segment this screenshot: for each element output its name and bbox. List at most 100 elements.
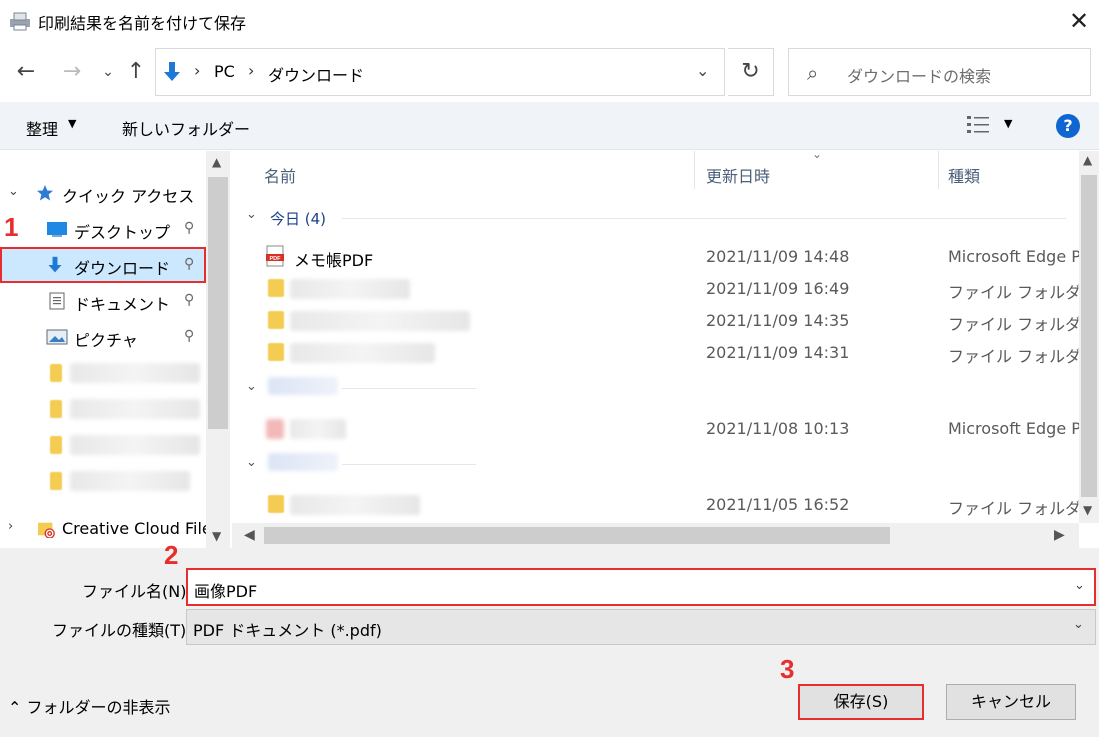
view-options-icon[interactable] xyxy=(966,114,990,136)
breadcrumb-downloads[interactable]: ダウンロード xyxy=(268,62,364,86)
redacted-group-header[interactable] xyxy=(268,377,338,395)
forward-button[interactable]: → xyxy=(58,58,86,86)
column-header-type[interactable]: 種類 xyxy=(948,163,980,203)
navigation-bar: ← → ⌄ ↑ › PC › ダウンロード ⌄ ↻ ⌕ ダウンロードの検索 xyxy=(0,42,1099,102)
pin-icon[interactable]: ⚲ xyxy=(184,328,194,344)
step-annotation-2: 2 xyxy=(164,540,179,570)
creative-cloud-folder-icon xyxy=(38,522,55,538)
pin-icon[interactable]: ⚲ xyxy=(184,292,194,308)
sidebar-item-downloads[interactable]: ダウンロード ⚲ xyxy=(0,247,206,283)
redacted-folder[interactable] xyxy=(70,435,200,455)
chevron-down-icon[interactable]: ⌄ xyxy=(696,61,709,80)
svg-text:PDF: PDF xyxy=(270,256,282,262)
new-folder-button[interactable]: 新しいフォルダー xyxy=(122,116,250,140)
chevron-down-icon[interactable]: ⌄ xyxy=(8,184,19,199)
sidebar-item-label: デスクトップ xyxy=(74,223,171,242)
chevron-down-icon[interactable]: ⌄ xyxy=(246,379,257,394)
step-annotation-3: 3 xyxy=(780,654,795,684)
redacted-folder[interactable] xyxy=(70,399,200,419)
pin-icon[interactable]: ⚲ xyxy=(184,220,194,236)
file-list-vertical-scrollbar[interactable]: ▲ ▼ xyxy=(1079,151,1099,523)
help-button[interactable]: ? xyxy=(1056,114,1080,138)
chevron-down-icon[interactable]: ⌄ xyxy=(1074,578,1085,593)
breadcrumb-pc[interactable]: PC xyxy=(214,62,235,81)
address-bar[interactable]: › PC › ダウンロード ⌄ xyxy=(155,48,725,96)
breadcrumb-separator: › xyxy=(194,61,201,80)
chevron-down-icon[interactable]: ⌄ xyxy=(246,207,257,222)
list-item[interactable]: 2021/11/08 10:13 Microsoft Edge P xyxy=(232,413,1081,445)
chevron-down-icon[interactable]: ⌄ xyxy=(246,455,257,470)
save-button[interactable]: 保存(S) xyxy=(798,684,924,720)
scroll-right-icon[interactable]: ▶ xyxy=(1054,527,1065,543)
chevron-right-icon[interactable]: › xyxy=(8,519,13,534)
pin-icon[interactable]: ⚲ xyxy=(184,256,194,272)
printer-icon xyxy=(10,12,30,31)
desktop-icon xyxy=(47,222,67,237)
up-button[interactable]: ↑ xyxy=(122,58,150,86)
file-type: ファイル フォルダー xyxy=(948,347,1098,366)
step-annotation-1: 1 xyxy=(4,212,19,242)
column-divider[interactable] xyxy=(694,151,695,189)
list-item[interactable]: 2021/11/09 16:49 ファイル フォルダー xyxy=(232,273,1097,305)
sidebar-item-label: ダウンロード xyxy=(74,259,171,278)
star-icon xyxy=(37,185,53,201)
folder-icon xyxy=(50,400,62,418)
list-item[interactable]: 2021/11/05 16:52 ファイル フォルダー xyxy=(232,489,1097,521)
column-header-date[interactable]: 更新日時 xyxy=(706,163,770,203)
redacted-group-header[interactable] xyxy=(268,453,338,471)
sidebar-item-documents[interactable]: ドキュメント ⚲ xyxy=(0,283,206,319)
redacted-folder[interactable] xyxy=(70,363,200,383)
filetype-select[interactable]: PDF ドキュメント (*.pdf) ⌄ xyxy=(186,609,1096,645)
back-button[interactable]: ← xyxy=(12,58,40,86)
column-divider[interactable] xyxy=(938,151,939,189)
scroll-left-icon[interactable]: ◀ xyxy=(244,527,255,543)
sidebar-item-quick-access[interactable]: ⌄ クイック アクセス xyxy=(0,175,206,211)
group-header-today[interactable]: 今日 (4) xyxy=(270,208,326,229)
filename-value[interactable]: 画像PDF xyxy=(194,578,257,602)
chevron-down-icon[interactable]: ⌄ xyxy=(1073,617,1084,632)
navigation-pane: ⌄ クイック アクセス デスクトップ ⚲ ダウンロード ⚲ ドキュメント ⚲ ピ… xyxy=(0,151,230,548)
refresh-button[interactable]: ↻ xyxy=(728,48,774,96)
title-bar: 印刷結果を名前を付けて保存 ✕ xyxy=(0,0,1099,42)
sidebar-item-pictures[interactable]: ピクチャ ⚲ xyxy=(0,319,206,355)
close-button[interactable]: ✕ xyxy=(1064,6,1094,36)
redacted-folder[interactable] xyxy=(70,471,190,491)
scroll-down-icon[interactable]: ▼ xyxy=(212,529,221,543)
filetype-value: PDF ドキュメント (*.pdf) xyxy=(193,621,382,640)
file-list-pane: ⌄ 名前 更新日時 種類 ⌄ 今日 (4) PDF メモ帳PDF 2021/11… xyxy=(232,147,1099,548)
hide-folders-toggle[interactable]: ⌃ フォルダーの非表示 xyxy=(8,694,171,718)
column-header-name[interactable]: 名前 xyxy=(264,163,296,203)
caret-down-icon[interactable]: ▼ xyxy=(68,117,76,130)
scroll-up-icon[interactable]: ▲ xyxy=(212,155,221,169)
pdf-file-icon: PDF xyxy=(266,245,284,267)
breadcrumb-separator: › xyxy=(248,61,255,80)
scroll-down-icon[interactable]: ▼ xyxy=(1083,503,1092,517)
sidebar-item-label: ピクチャ xyxy=(74,331,138,350)
caret-down-icon[interactable]: ▼ xyxy=(1004,117,1012,130)
command-bar: 整理 ▼ 新しいフォルダー ▼ ? xyxy=(0,102,1099,150)
sidebar-scrollbar[interactable]: ▲ ▼ xyxy=(206,151,230,548)
list-item[interactable]: 2021/11/09 14:35 ファイル フォルダー xyxy=(232,305,1097,337)
search-box[interactable]: ⌕ ダウンロードの検索 xyxy=(788,48,1091,96)
list-item[interactable]: 2021/11/09 14:31 ファイル フォルダー xyxy=(232,337,1097,369)
scroll-up-icon[interactable]: ▲ xyxy=(1083,153,1092,167)
folder-icon xyxy=(268,495,284,513)
redacted-file-name xyxy=(290,311,470,331)
pictures-icon xyxy=(46,329,68,345)
cancel-button[interactable]: キャンセル xyxy=(946,684,1076,720)
filename-field[interactable]: 画像PDF ⌄ xyxy=(186,568,1096,606)
scroll-thumb[interactable] xyxy=(264,527,890,544)
scroll-thumb[interactable] xyxy=(208,177,228,429)
group-divider xyxy=(342,218,1066,219)
file-list-horizontal-scrollbar[interactable]: ◀ ▶ xyxy=(232,523,1079,548)
group-divider xyxy=(342,464,476,465)
search-placeholder[interactable]: ダウンロードの検索 xyxy=(847,63,991,87)
window-title: 印刷結果を名前を付けて保存 xyxy=(38,14,247,33)
scroll-thumb[interactable] xyxy=(1081,175,1097,497)
sidebar-item-desktop[interactable]: デスクトップ ⚲ xyxy=(0,211,206,247)
organize-button[interactable]: 整理 xyxy=(26,116,58,140)
list-item[interactable]: PDF メモ帳PDF 2021/11/09 14:48 Microsoft Ed… xyxy=(232,241,1081,273)
save-form: ファイル名(N): 画像PDF ⌄ ファイルの種類(T): PDF ドキュメント… xyxy=(0,548,1099,737)
recent-locations-button[interactable]: ⌄ xyxy=(94,58,122,86)
redacted-file-name xyxy=(290,343,435,363)
